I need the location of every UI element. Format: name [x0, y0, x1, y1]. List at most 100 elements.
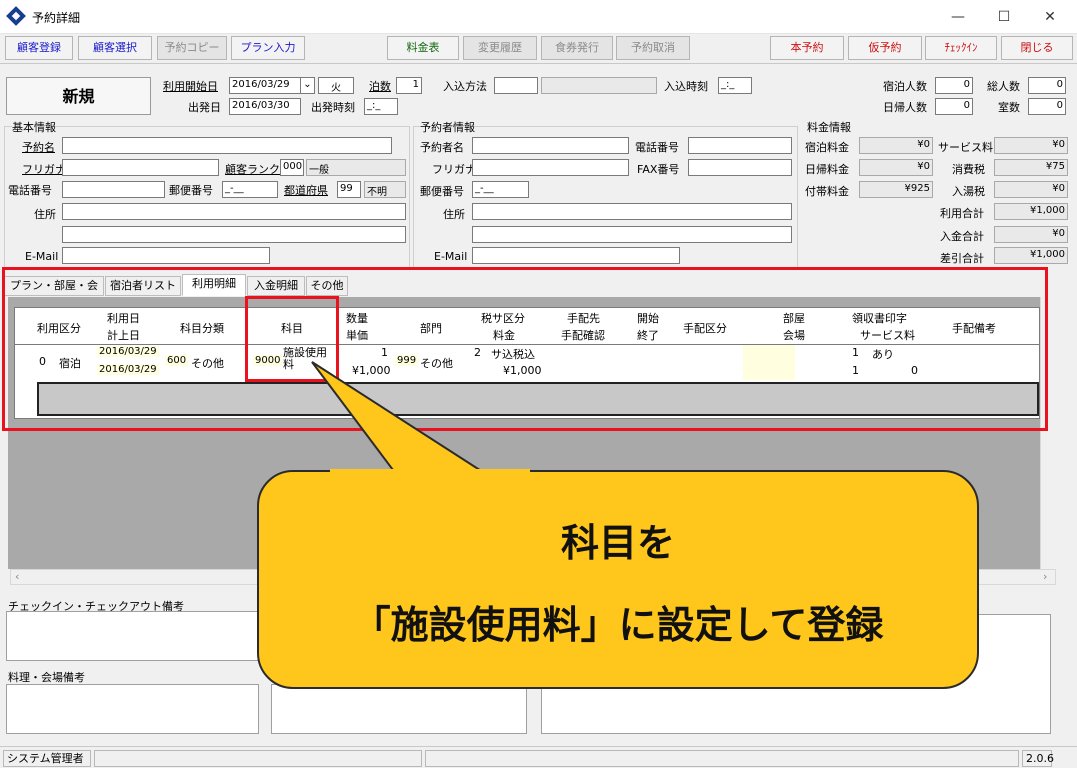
usage-total-value: ¥1,000	[994, 203, 1068, 220]
zip-input[interactable]: _-__	[222, 181, 278, 198]
title-bar: 予約詳細 — ☐ ✕	[0, 0, 1077, 34]
booker-kana-label: フリガナ	[432, 163, 476, 176]
total-input[interactable]: 0	[1028, 77, 1066, 94]
depart-time-input[interactable]: _:_	[364, 98, 398, 115]
total-label: 総人数	[987, 80, 1020, 93]
checkin-memo-input[interactable]	[6, 611, 259, 661]
usage-total-label: 利用合計	[940, 207, 984, 220]
booker-zip-input[interactable]: _-__	[472, 181, 529, 198]
booker-tel-input[interactable]	[688, 137, 792, 154]
cooking-memo-input[interactable]	[6, 684, 259, 734]
guests-input[interactable]: 0	[935, 77, 973, 94]
change-history-button[interactable]: 変更履歴	[463, 36, 537, 60]
booking-copy-button[interactable]: 予約コピー	[157, 36, 227, 60]
rank-name: 一般	[306, 159, 406, 176]
booking-name-input[interactable]	[62, 137, 392, 154]
fee-label-tax: 消費税	[952, 163, 985, 176]
window-title: 予約詳細	[32, 11, 81, 25]
depart-date-input[interactable]: 2016/03/30	[229, 98, 301, 115]
status-bar: システム管理者 2.0.6	[0, 746, 1077, 768]
customer-register-button[interactable]: 顧客登録	[5, 36, 73, 60]
booker-email-input[interactable]	[472, 247, 680, 264]
day-guests-input[interactable]: 0	[935, 98, 973, 115]
scroll-left-icon[interactable]: ‹	[15, 570, 19, 583]
fee-label-bath-tax: 入湯税	[952, 185, 985, 198]
minimize-button[interactable]: —	[935, 4, 981, 30]
fee-value-bath-tax: ¥0	[994, 181, 1068, 198]
highlight-frame	[2, 267, 1048, 431]
depart-time-label: 出発時刻	[311, 101, 355, 114]
meal-ticket-button[interactable]: 食券発行	[541, 36, 613, 60]
email-label: E-Mail	[25, 250, 59, 263]
booker-name-label: 予約者名	[420, 141, 464, 154]
callout-box	[257, 470, 979, 689]
address-input-1[interactable]	[62, 203, 406, 220]
close-button[interactable]: 閉じる	[1001, 36, 1073, 60]
confirm-booking-button[interactable]: 本予約	[770, 36, 844, 60]
rank-label: 顧客ランク	[225, 163, 280, 176]
booker-address-input-2[interactable]	[472, 226, 792, 243]
kana-label: フリガナ	[22, 163, 66, 176]
kana-input[interactable]	[62, 159, 219, 176]
status-cell-2	[94, 750, 422, 767]
guests-label: 宿泊人数	[883, 80, 927, 93]
cancel-booking-button[interactable]: 予約取消	[616, 36, 690, 60]
booker-tel-label: 電話番号	[635, 141, 679, 154]
entry-method-input[interactable]	[494, 77, 538, 94]
balance-label: 差引合計	[940, 252, 984, 265]
booker-email-label: E-Mail	[434, 250, 468, 263]
prefecture-code-input[interactable]: 99	[337, 181, 361, 198]
weekday-field: 火	[318, 77, 354, 94]
prefecture-name: 不明	[364, 181, 406, 198]
rank-code-input[interactable]: 000	[280, 159, 304, 176]
rate-table-button[interactable]: 料金表	[387, 36, 459, 60]
rooms-input[interactable]: 0	[1028, 98, 1066, 115]
entry-method-name	[541, 77, 657, 94]
scroll-right-icon[interactable]: ›	[1043, 570, 1047, 583]
plan-input-button[interactable]: プラン入力	[231, 36, 305, 60]
fee-label-day: 日帰料金	[805, 163, 849, 176]
booker-address-input-1[interactable]	[472, 203, 792, 220]
app-icon	[6, 6, 26, 26]
tel-label: 電話番号	[8, 184, 52, 197]
rooms-label: 室数	[998, 101, 1020, 114]
date-dropdown-icon[interactable]: ⌄	[300, 77, 315, 94]
fee-label-service: サービス料	[938, 141, 993, 154]
zip-label: 郵便番号	[169, 184, 213, 197]
tel-input[interactable]	[62, 181, 165, 198]
booking-name-label: 予約名	[22, 141, 55, 154]
prefecture-label: 都道府県	[284, 184, 328, 197]
fax-label: FAX番号	[637, 163, 680, 176]
maximize-button[interactable]: ☐	[981, 4, 1027, 30]
basic-info-title: 基本情報	[12, 119, 56, 135]
fee-value-day: ¥0	[859, 159, 933, 176]
booker-name-input[interactable]	[472, 137, 629, 154]
status-label: 新規	[6, 77, 151, 115]
callout-pointer	[311, 361, 490, 475]
fees-title: 料金情報	[807, 121, 851, 134]
nights-label: 泊数	[369, 80, 391, 93]
status-cell-3	[425, 750, 1019, 767]
entry-method-label: 入込方法	[443, 80, 487, 93]
checkin-button[interactable]: ﾁｪｯｸｲﾝ	[925, 36, 997, 60]
entry-time-input[interactable]: _:_	[718, 77, 752, 94]
balance-value: ¥1,000	[994, 247, 1068, 264]
address-label: 住所	[34, 208, 56, 221]
paid-total-value: ¥0	[994, 226, 1068, 243]
customer-select-button[interactable]: 顧客選択	[78, 36, 152, 60]
close-window-button[interactable]: ✕	[1027, 4, 1073, 30]
booker-kana-input[interactable]	[472, 159, 629, 176]
callout-line-1: 科目を	[560, 521, 675, 565]
entry-time-label: 入込時刻	[664, 80, 708, 93]
fax-input[interactable]	[688, 159, 792, 176]
nights-input[interactable]: 1	[396, 77, 422, 94]
status-user: システム管理者	[3, 750, 91, 767]
callout-line-2: 「施設使用料」に設定して登録	[352, 603, 884, 647]
paid-total-label: 入金合計	[940, 230, 984, 243]
memo-input-2[interactable]	[271, 684, 527, 734]
address-input-2[interactable]	[62, 226, 406, 243]
booker-address-label: 住所	[443, 208, 465, 221]
provisional-booking-button[interactable]: 仮予約	[848, 36, 922, 60]
start-date-input[interactable]: 2016/03/29	[229, 77, 301, 94]
email-input[interactable]	[62, 247, 270, 264]
